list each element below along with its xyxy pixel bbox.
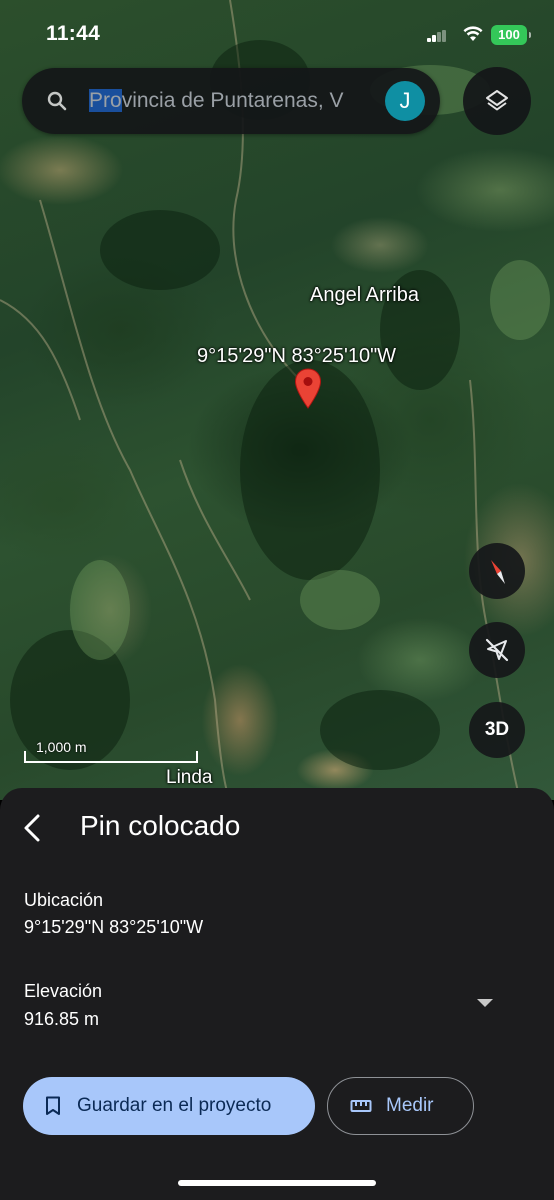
place-label-linda[interactable]: Linda [166,767,213,789]
battery-indicator: 100 [491,25,531,45]
status-time: 11:44 [46,22,101,45]
location-label: Ubicación [24,890,104,910]
ruler-icon [350,1100,372,1112]
compass-button[interactable] [469,543,525,599]
scale-line [24,751,198,763]
account-avatar[interactable]: J [385,81,425,121]
3d-toggle-button[interactable]: 3D [469,702,525,758]
back-arrow-icon[interactable] [16,808,50,848]
elevation-label: Elevación [24,981,103,1001]
location-value: 9°15'29"N 83°25'10"W [24,917,204,937]
map-pin-icon[interactable] [294,368,322,410]
search-text-rest: vincia de Puntarenas, V [121,89,344,112]
location-off-icon [485,638,509,662]
layers-button[interactable] [463,67,531,135]
wifi-icon [463,26,483,41]
elevation-value: 916.85 m [24,1009,100,1029]
search-text-selection: Pro [89,89,122,112]
sheet-title: Pin colocado [80,810,241,841]
measure-button[interactable]: Medir [327,1077,474,1135]
cellular-signal-icon [427,30,446,42]
pin-details-sheet: Pin colocado Ubicación 9°15'29"N 83°25'1… [0,788,554,1200]
dropdown-icon[interactable] [477,999,493,1007]
search-input[interactable]: Provincia de Puntarenas, V [89,87,395,115]
save-button-label: Guardar en el proyecto [77,1095,272,1116]
layers-icon [486,90,508,111]
pin-coordinates-label: 9°15'29"N 83°25'10"W [197,345,397,367]
compass-icon [491,560,505,584]
search-bar[interactable]: Provincia de Puntarenas, V J [22,68,440,134]
satellite-map[interactable]: 11:44 100 Provincia de Puntarenas, V J A… [0,0,554,800]
scale-bar: 1,000 m [24,739,200,763]
bookmark-icon [46,1096,60,1115]
search-icon[interactable] [46,90,68,112]
home-indicator[interactable] [178,1180,376,1186]
save-to-project-button[interactable]: Guardar en el proyecto [23,1077,315,1135]
my-location-button[interactable] [469,622,525,678]
place-label-angel-arriba[interactable]: Angel Arriba [310,284,419,307]
measure-button-label: Medir [386,1095,434,1116]
